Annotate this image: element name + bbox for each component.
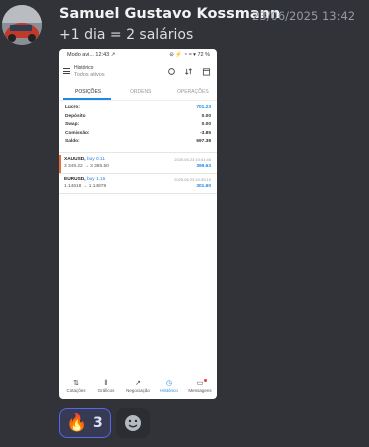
trade-icon: ↗ (135, 380, 141, 387)
nav-label: Cotações (66, 388, 86, 393)
avatar[interactable] (2, 5, 42, 45)
position-prices: 1.14618 → 1.14878 (64, 184, 107, 189)
image-attachment[interactable]: Modo avi... 12:43 ↗ ⊝ ⚡ ◔ ≈ ▾ 72 % Histó… (59, 49, 217, 399)
position-profit: 399.63 (196, 164, 211, 169)
avatar-image (2, 5, 42, 45)
summary-value: 0.00 (201, 113, 211, 119)
tab-indicator (63, 98, 111, 100)
bottom-navigation: ⇅ Cotações ⫴ Gráficos ↗ Negociação ◷ His… (59, 379, 217, 399)
summary-panel: Lucro: 701.23 Depósito 0.00 Swap: 0.00 C… (65, 105, 211, 148)
position-date: 2025.06.23 10:39:19 (174, 177, 211, 182)
tab-positions[interactable]: POSIÇÕES (75, 89, 101, 95)
nav-history[interactable]: ◷ Histórico (154, 379, 184, 393)
summary-label: Saldo: (65, 139, 80, 144)
menu-icon (63, 68, 70, 74)
divider (59, 173, 217, 174)
charts-icon: ⫴ (104, 380, 108, 387)
position-row[interactable]: EURUSD, buy 1.15 1.14618 → 1.14878 2025.… (59, 175, 217, 195)
summary-value: 697.38 (196, 139, 211, 144)
phone-status-bar: Modo avi... 12:43 ↗ ⊝ ⚡ ◔ ≈ ▾ 72 % (59, 49, 217, 61)
author-name[interactable]: Samuel Gustavo Kossmann (59, 6, 280, 22)
summary-value: 701.23 (196, 105, 211, 110)
tab-deals[interactable]: OPERAÇÕES (177, 89, 209, 95)
sort-icon (185, 68, 192, 75)
calendar-icon (202, 68, 211, 76)
history-icon: ◷ (165, 380, 173, 387)
app-bar: Histórico Todos ativos (59, 61, 217, 83)
summary-row: Comissão: -3.85 (65, 131, 211, 140)
summary-row: Swap: 0.00 (65, 122, 211, 131)
message-text: +1 dia = 2 salários (59, 27, 194, 43)
position-symbol: EURUSD, buy 1.15 (64, 177, 106, 182)
divider (59, 193, 217, 194)
status-left: Modo avi... 12:43 ↗ (67, 52, 116, 58)
nav-label: Mensagens (188, 388, 212, 393)
summary-label: Lucro: (65, 105, 80, 110)
notification-dot (204, 379, 207, 382)
nav-charts[interactable]: ⫴ Gráficos (91, 379, 121, 393)
position-side: buy 1.15 (86, 177, 106, 182)
smiley-icon (125, 415, 141, 431)
app-title: Histórico (74, 65, 94, 71)
app-subtitle: Todos ativos (74, 72, 105, 78)
add-reaction-button[interactable] (116, 408, 150, 438)
status-right: ⊝ ⚡ ◔ ≈ ▾ 72 % (169, 52, 210, 58)
nav-label: Negociação (126, 388, 150, 393)
summary-label: Depósito (65, 113, 86, 119)
summary-value: 0.00 (201, 122, 211, 127)
nav-quotes[interactable]: ⇅ Cotações (61, 379, 91, 393)
fire-icon: 🔥 (66, 413, 88, 433)
position-row[interactable]: XAUUSD, buy 0.11 3 349.22 → 3 385.50 202… (59, 155, 217, 175)
nav-label: Histórico (160, 388, 178, 393)
position-side: buy 0.11 (86, 157, 105, 162)
position-profit: 301.60 (196, 184, 211, 189)
summary-label: Comissão: (65, 130, 90, 136)
nav-messages[interactable]: ▭ Mensagens (185, 379, 215, 393)
reaction-fire[interactable]: 🔥 3 (59, 408, 111, 438)
refresh-icon (168, 68, 175, 75)
nav-label: Gráficos (97, 388, 115, 393)
tab-orders[interactable]: ORDENS (130, 89, 151, 95)
divider (59, 152, 217, 153)
summary-row: Saldo: 697.38 (65, 139, 211, 148)
summary-row: Lucro: 701.23 (65, 105, 211, 114)
summary-label: Swap: (65, 122, 80, 127)
messages-icon: ▭ (196, 380, 204, 387)
position-highlight (59, 155, 61, 173)
message-timestamp: 23/06/2025 13:42 (252, 9, 356, 23)
summary-row: Depósito 0.00 (65, 114, 211, 123)
position-prices: 3 349.22 → 3 385.50 (64, 164, 109, 169)
position-date: 2025.06.23 10:41:46 (174, 157, 211, 162)
nav-trade[interactable]: ↗ Negociação (123, 379, 153, 393)
history-tabs: POSIÇÕES ORDENS OPERAÇÕES (59, 86, 217, 101)
position-symbol: XAUUSD, buy 0.11 (64, 157, 105, 162)
quotes-icon: ⇅ (73, 380, 79, 387)
reaction-count: 3 (93, 415, 103, 431)
summary-value: -3.85 (200, 130, 211, 136)
